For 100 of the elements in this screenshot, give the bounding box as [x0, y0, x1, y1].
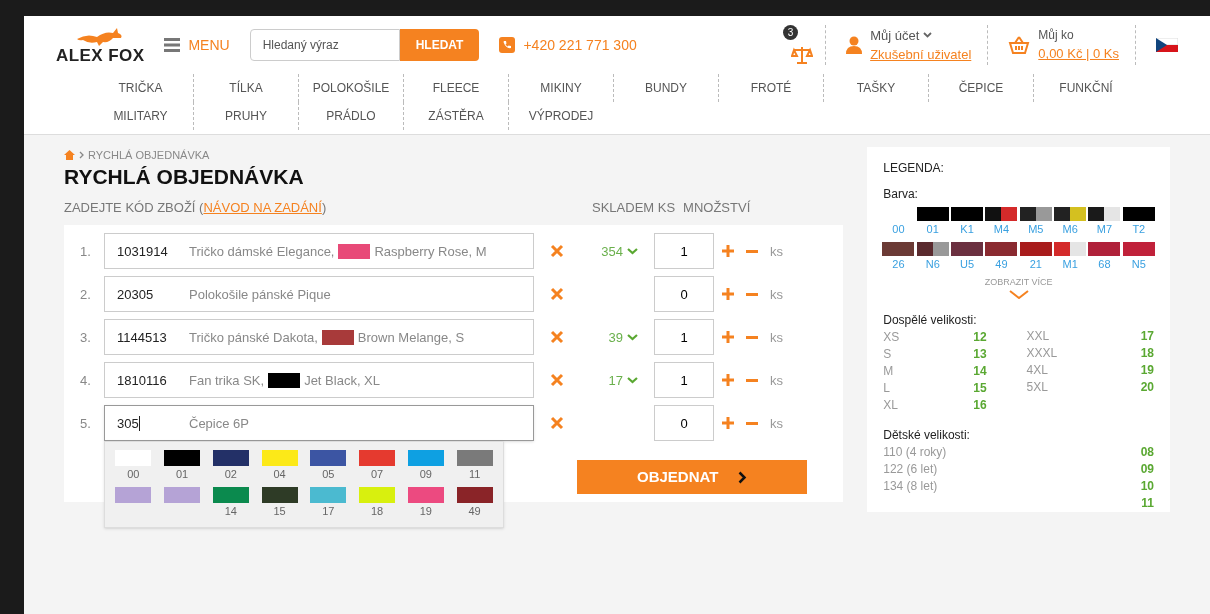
color-code: 21 [1029, 256, 1042, 272]
category-link[interactable]: PRÁDLO [298, 102, 403, 130]
user-icon [846, 36, 863, 54]
size-code: 19 [1140, 361, 1154, 379]
category-link[interactable]: TRIČKA [88, 74, 193, 102]
line-number: 4. [80, 371, 92, 390]
category-link[interactable]: TÍLKA [193, 74, 298, 102]
logo-text: ALEX FOX [56, 46, 145, 64]
quantity-field[interactable]: 0 [654, 276, 714, 313]
color-code: M7 [1096, 222, 1113, 237]
category-link[interactable]: VÝPRODEJ [508, 102, 613, 130]
sizes-heading: Dětské velikosti: [883, 426, 971, 444]
remove-icon[interactable] [550, 373, 564, 388]
color-code: 68 [1098, 256, 1111, 272]
category-link[interactable]: TAŠKY [823, 74, 928, 102]
size-code: 14 [973, 362, 987, 380]
product-name: Polokošile pánské Pique [189, 285, 331, 304]
size-label: S [883, 345, 892, 363]
category-link[interactable]: MILITARY [88, 102, 193, 130]
size-label: L [883, 379, 890, 397]
size-code: 08 [1140, 443, 1154, 461]
phone-number: +420 221 771 300 [523, 35, 637, 55]
minus-icon[interactable] [746, 292, 758, 296]
color-code: 00 [892, 222, 905, 237]
category-link[interactable]: ČEPICE [928, 74, 1033, 102]
size-code: 16 [973, 396, 987, 414]
category-link[interactable]: PRUHY [193, 102, 298, 130]
account-menu[interactable]: Můj účet [870, 25, 972, 45]
color-code: 04 [273, 467, 286, 483]
category-link[interactable]: BUNDY [613, 74, 718, 102]
remove-icon[interactable] [550, 244, 564, 259]
remove-icon[interactable] [550, 416, 564, 431]
color-code: 49 [468, 503, 481, 519]
product-name: Čepice 6P [189, 414, 249, 433]
plus-icon[interactable] [722, 417, 734, 430]
plus-icon[interactable] [722, 331, 734, 344]
color-code: U5 [960, 256, 975, 272]
color-code: M1 [1062, 256, 1078, 272]
variant-name: Jet Black, XL [304, 371, 380, 390]
category-link[interactable]: ZÁSTĚRA [403, 102, 508, 130]
unit-label: ks [770, 414, 783, 433]
category-link[interactable]: MIKINY [508, 74, 613, 102]
product-code-field[interactable]: 1810116 Fan trika SK, Jet Black, XL [104, 362, 534, 399]
remove-icon[interactable] [550, 330, 564, 345]
column-heading: MNOŽSTVÍ [683, 198, 751, 217]
color-code: M6 [1062, 222, 1078, 237]
plus-icon[interactable] [722, 374, 734, 387]
product-code-field[interactable]: 1144513 Tričko pánské Dakota, Brown Melange, S [104, 319, 534, 356]
check-icon [627, 247, 638, 256]
category-link[interactable]: FROTÉ [718, 74, 823, 102]
line-number: 2. [80, 285, 92, 304]
size-code: 12 [973, 328, 987, 346]
color-code: 11 [468, 467, 481, 483]
plus-icon[interactable] [722, 245, 734, 258]
quantity-field[interactable]: 1 [654, 362, 714, 399]
text-cursor-icon [138, 415, 140, 431]
category-link[interactable]: FUNKČNÍ [1033, 74, 1138, 102]
sizes-heading: Dospělé velikosti: [883, 311, 978, 329]
basket-icon [1008, 35, 1031, 55]
color-code: K1 [960, 222, 974, 237]
color-code: 14 [224, 503, 237, 519]
scales-icon[interactable] [791, 45, 814, 65]
remove-icon[interactable] [550, 287, 564, 302]
search-field[interactable]: Hledaný výraz [249, 29, 400, 61]
check-icon [627, 333, 638, 342]
size-label: XXL [1026, 327, 1050, 345]
product-code: 1144513 [117, 328, 167, 347]
product-name: Tričko dámské Elegance, [189, 242, 335, 261]
minus-icon[interactable] [746, 421, 758, 425]
size-label: XL [883, 396, 898, 414]
product-code-field[interactable]: 20305 Polokošile pánské Pique [104, 276, 534, 313]
menu-icon [164, 38, 181, 52]
color-code: 02 [224, 467, 237, 483]
unit-label: ks [770, 242, 783, 261]
home-icon[interactable] [64, 150, 75, 161]
category-link[interactable]: POLOKOŠILE [298, 74, 403, 102]
quantity-field[interactable]: 0 [654, 405, 714, 442]
color-code: 49 [995, 256, 1008, 272]
minus-icon[interactable] [746, 335, 758, 339]
minus-icon[interactable] [746, 249, 758, 253]
category-link[interactable]: FLEECE [403, 74, 508, 102]
color-label: Barva: [883, 186, 919, 203]
color-code: 15 [273, 503, 286, 519]
breadcrumb-item: RYCHLÁ OBJEDNÁVKA [88, 148, 210, 163]
minus-icon[interactable] [746, 378, 758, 382]
quantity-field[interactable]: 1 [654, 319, 714, 356]
variant-name: Raspberry Rose, M [374, 242, 487, 261]
plus-icon[interactable] [722, 288, 734, 301]
product-code-field[interactable]: 305 Čepice 6P [104, 405, 534, 442]
product-code: 305 [117, 414, 139, 433]
flag-icon[interactable] [1156, 38, 1178, 52]
page-title: RYCHLÁ OBJEDNÁVKA [64, 163, 305, 190]
quantity-field[interactable]: 1 [654, 233, 714, 270]
size-code: 09 [1140, 460, 1154, 478]
phone-icon [499, 37, 516, 53]
color-code: 07 [371, 467, 384, 483]
line-number: 1. [80, 242, 92, 261]
product-code-field[interactable]: 1031914 Tričko dámské Elegance, Raspberry Rose, M [104, 233, 534, 270]
size-label: 4XL [1026, 361, 1048, 379]
variant-name: Brown Melange, S [357, 328, 465, 347]
